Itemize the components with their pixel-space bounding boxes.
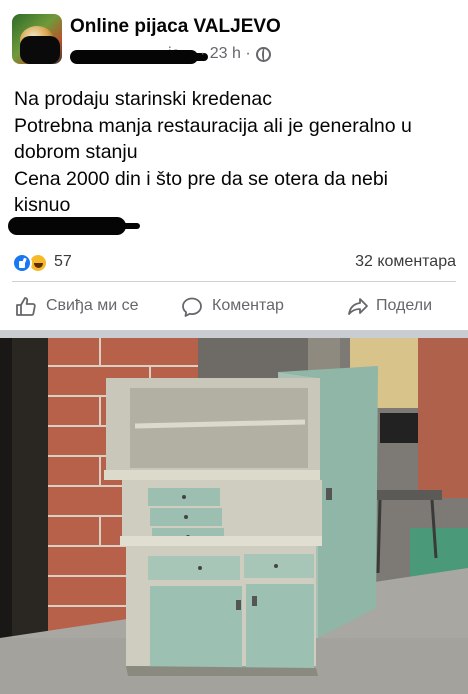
share-icon — [348, 298, 368, 315]
globe-icon — [256, 47, 271, 62]
comment-icon — [182, 297, 202, 317]
post-text-line: Na prodaju starinski kredenac — [14, 88, 272, 110]
post-meta: ic · 23 h · — [70, 44, 290, 66]
share-label: Подели — [376, 297, 433, 314]
post-photo[interactable] — [0, 338, 468, 694]
action-bar: Свиђа ми се Коментар Подели — [0, 290, 468, 324]
timestamp-separator-2: · — [245, 45, 251, 62]
like-icon[interactable] — [12, 253, 32, 273]
reactions-bar: 57 32 коментара — [12, 250, 456, 276]
comment-count[interactable]: 32 коментара — [355, 253, 456, 271]
post-text: Na prodaju starinski kredenac Potrebna m… — [14, 86, 460, 219]
reaction-count[interactable]: 57 — [54, 253, 72, 271]
timestamp-value: 23 h — [209, 45, 241, 62]
cupboard-photo-illustration — [0, 338, 468, 694]
timestamp-separator: · — [200, 45, 206, 62]
divider — [12, 281, 456, 282]
section-separator — [0, 330, 468, 338]
post-text-line: Potrebna manja restauracija ali je gener… — [14, 114, 412, 137]
group-avatar[interactable] — [12, 14, 62, 64]
comment-label: Коментар — [212, 297, 284, 314]
text-redaction — [8, 217, 140, 235]
facebook-post: Online pijaca VALJEVO ic · 23 h · Na pro… — [0, 0, 468, 694]
redaction-mark — [20, 36, 60, 64]
thumbs-up-icon — [16, 297, 36, 316]
post-header: Online pijaca VALJEVO ic · 23 h · — [12, 14, 462, 66]
group-name[interactable]: Online pijaca VALJEVO — [70, 16, 281, 38]
author-redaction — [70, 50, 208, 64]
like-label: Свиђа ми се — [46, 297, 139, 314]
comment-button[interactable]: Коментар — [180, 290, 310, 324]
post-timestamp[interactable]: · 23 h · — [200, 45, 251, 63]
post-text-line: kisnuo — [14, 194, 71, 217]
like-button[interactable]: Свиђа ми се — [14, 290, 154, 324]
post-text-line: Cena 2000 din i što pre da se otera da n… — [14, 167, 389, 190]
share-button[interactable]: Подели — [346, 290, 456, 324]
post-text-line: dobrom stanju — [14, 141, 138, 164]
